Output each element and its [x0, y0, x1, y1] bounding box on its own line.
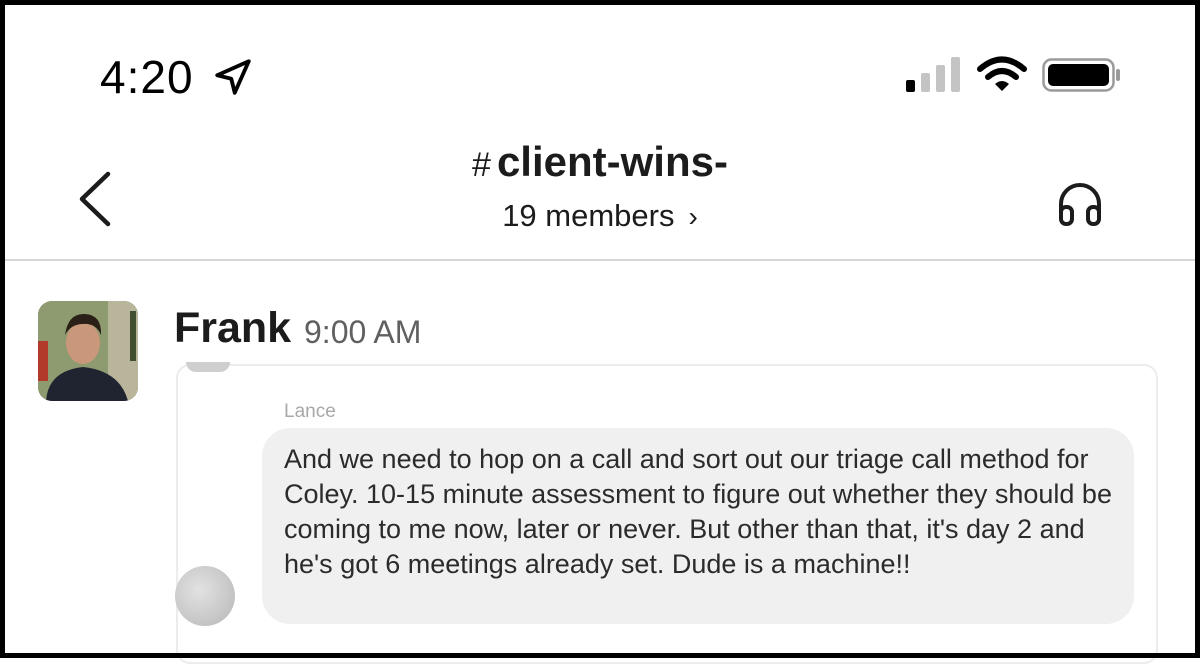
- avatar[interactable]: [38, 301, 138, 401]
- channel-hash: #: [472, 146, 491, 184]
- header-divider: [5, 259, 1195, 261]
- battery-icon: [1042, 58, 1120, 92]
- wifi-icon: [977, 56, 1027, 91]
- channel-name: client-wins-: [496, 138, 728, 185]
- shared-sender-avatar: [175, 566, 235, 626]
- shared-message-text: And we need to hop on a call and sort ou…: [284, 444, 1112, 579]
- channel-title[interactable]: # client-wins-: [0, 138, 1200, 186]
- location-arrow-icon: [215, 59, 251, 95]
- status-time: 4:20: [100, 51, 194, 103]
- message-author[interactable]: Frank: [174, 304, 291, 353]
- cropped-avatar: [186, 362, 230, 372]
- shared-message-sender: Lance: [284, 401, 336, 422]
- cellular-signal-icon: [906, 57, 960, 92]
- message-timestamp: 9:00 AM: [304, 314, 422, 350]
- headphones-icon[interactable]: [1056, 182, 1104, 226]
- shared-message-bubble: And we need to hop on a call and sort ou…: [262, 428, 1134, 624]
- members-chevron: ›: [688, 201, 698, 232]
- avatar-photo: [38, 301, 138, 401]
- members-link[interactable]: 19 members ›: [0, 198, 1200, 234]
- members-count: 19 members: [502, 198, 675, 233]
